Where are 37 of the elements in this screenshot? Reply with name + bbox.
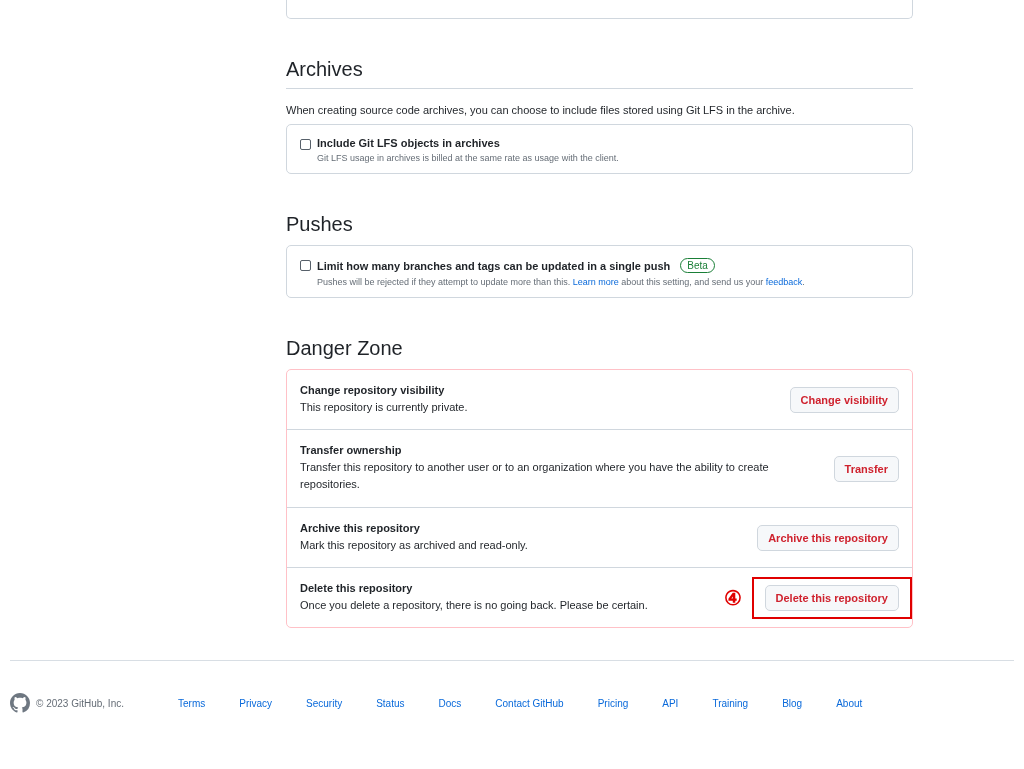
footer-link[interactable]: Contact GitHub bbox=[495, 697, 564, 709]
danger-button[interactable]: Archive this repository bbox=[757, 524, 899, 551]
setting-description: Transfer this repository to another user or to an organization where you have the ability to create repositories. bbox=[300, 460, 770, 492]
link[interactable]: Learn more bbox=[572, 277, 619, 287]
checkbox[interactable] bbox=[300, 260, 311, 271]
setting-title: Delete this repository bbox=[300, 581, 414, 594]
setting-description: Mark this repository as archived and read-only. bbox=[300, 537, 529, 553]
section-heading: Archives bbox=[286, 58, 913, 89]
octocat-logo-icon bbox=[10, 693, 30, 713]
footer-link[interactable]: Training bbox=[712, 697, 749, 709]
footer-link[interactable]: Docs bbox=[438, 697, 462, 709]
footer-link[interactable]: Privacy bbox=[239, 697, 273, 709]
copyright-text: © 2023 GitHub, Inc. bbox=[36, 697, 124, 709]
setting-title: Archive this repository bbox=[300, 521, 421, 534]
section-description: When creating source code archives, you can choose to include files stored using Git LFS in the archive. bbox=[286, 104, 796, 116]
footer-link[interactable]: Blog bbox=[782, 697, 803, 709]
option-note: Git LFS usage in archives is billed at the same rate as usage with the client. bbox=[317, 153, 619, 163]
step-marker: ④ bbox=[723, 585, 742, 610]
option-note: Pushes will be rejected if they attempt to update more than this. Learn more about this setting, and send us your feedback. bbox=[317, 277, 805, 287]
setting-description: Once you delete a repository, there is no going back. Please be certain. bbox=[300, 597, 649, 613]
footer-link[interactable]: Terms bbox=[178, 697, 206, 709]
setting-title: Change repository visibility bbox=[300, 383, 446, 396]
footer-link[interactable]: Pricing bbox=[597, 697, 629, 709]
footer-link[interactable]: About bbox=[836, 697, 863, 709]
footer-link[interactable]: Security bbox=[306, 697, 343, 709]
setting-description: This repository is currently private. bbox=[300, 399, 469, 415]
danger-button[interactable]: Delete this repository bbox=[764, 584, 899, 611]
option-label: Limit how many branches and tags can be updated in a single push bbox=[317, 259, 671, 272]
checkbox[interactable] bbox=[300, 139, 311, 150]
option-label: Include Git LFS objects in archives bbox=[317, 137, 500, 149]
danger-button[interactable]: Change visibility bbox=[789, 386, 899, 413]
section-heading: Danger Zone bbox=[286, 337, 404, 359]
footer-link[interactable]: API bbox=[662, 697, 679, 709]
section-heading: Pushes bbox=[286, 213, 354, 235]
setting-title: Transfer ownership bbox=[300, 444, 403, 456]
danger-button[interactable]: Transfer bbox=[833, 455, 899, 482]
footer-link[interactable]: Status bbox=[376, 697, 405, 709]
